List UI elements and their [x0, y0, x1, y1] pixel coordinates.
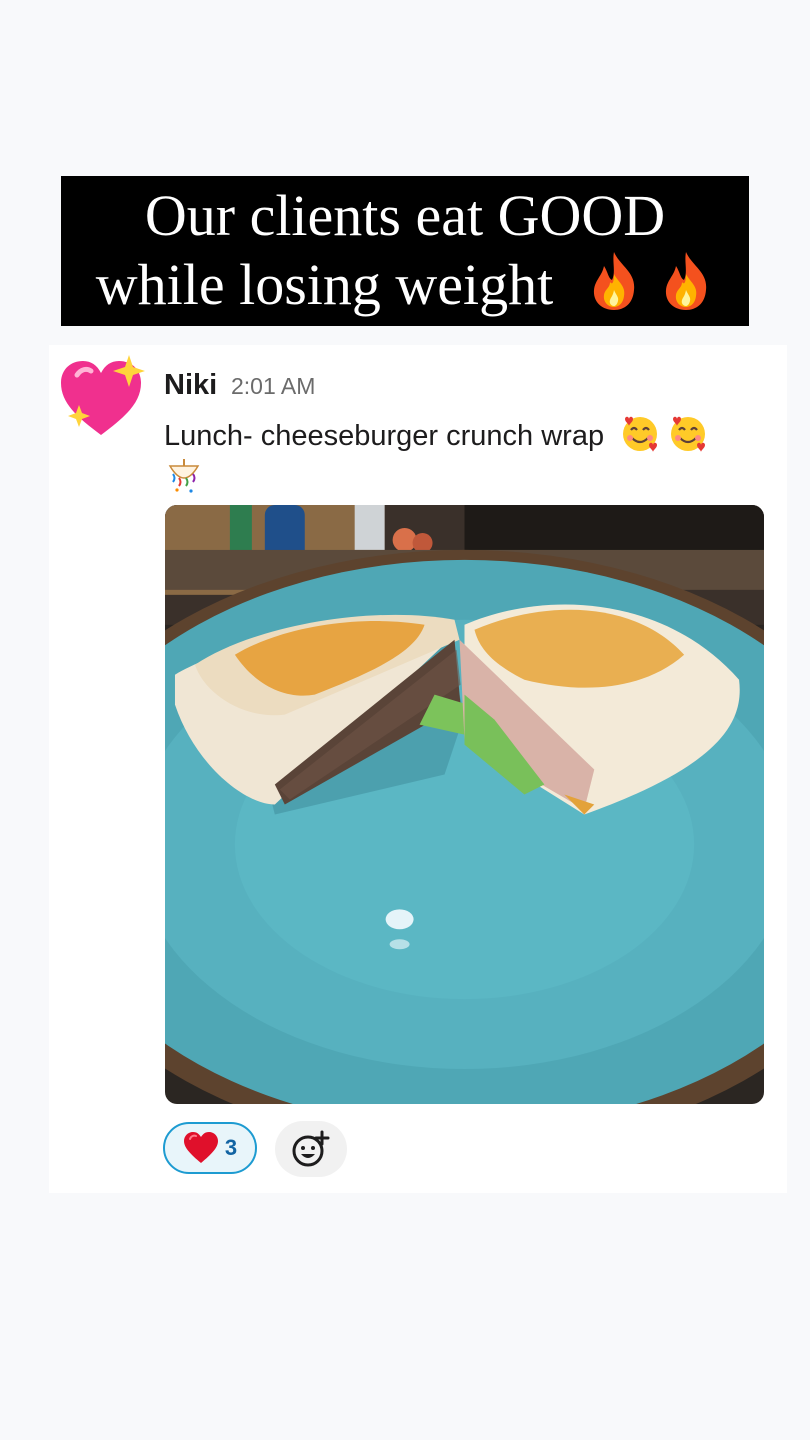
author-name[interactable]: Niki: [164, 369, 217, 401]
fire-icon: [593, 252, 634, 310]
sparkling-heart-icon: [61, 355, 145, 435]
banner-line-2: while losing weight: [61, 250, 749, 319]
add-reaction-icon: [292, 1130, 330, 1167]
smiling-face-with-hearts-icon: [671, 416, 706, 452]
message-body: Lunch- cheeseburger crunch wrap: [164, 420, 605, 452]
add-reaction-button[interactable]: [275, 1121, 347, 1177]
message-card: Niki 2:01 AM Lunch- cheeseburger crunch …: [49, 345, 787, 1193]
red-heart-icon: [183, 1132, 218, 1163]
avatar[interactable]: [57, 353, 145, 441]
story-banner: Our clients eat GOOD while losing weight: [61, 176, 749, 326]
reaction-count: 3: [224, 1135, 238, 1160]
message-text: Lunch- cheeseburger crunch wrap: [164, 413, 764, 499]
food-photo[interactable]: [165, 505, 764, 1104]
reaction-heart[interactable]: 3: [163, 1122, 257, 1174]
food-photo-icon: [165, 505, 764, 1104]
fire-icon: [666, 252, 707, 310]
message-header: Niki 2:01 AM: [164, 369, 315, 402]
smiling-face-with-hearts-icon: [623, 416, 658, 452]
message-time[interactable]: 2:01 AM: [231, 373, 315, 399]
banner-line-1: Our clients eat GOOD: [144, 183, 666, 248]
banner-line-2-text: while losing weight: [95, 252, 554, 317]
confetti-ball-icon: [168, 459, 200, 493]
